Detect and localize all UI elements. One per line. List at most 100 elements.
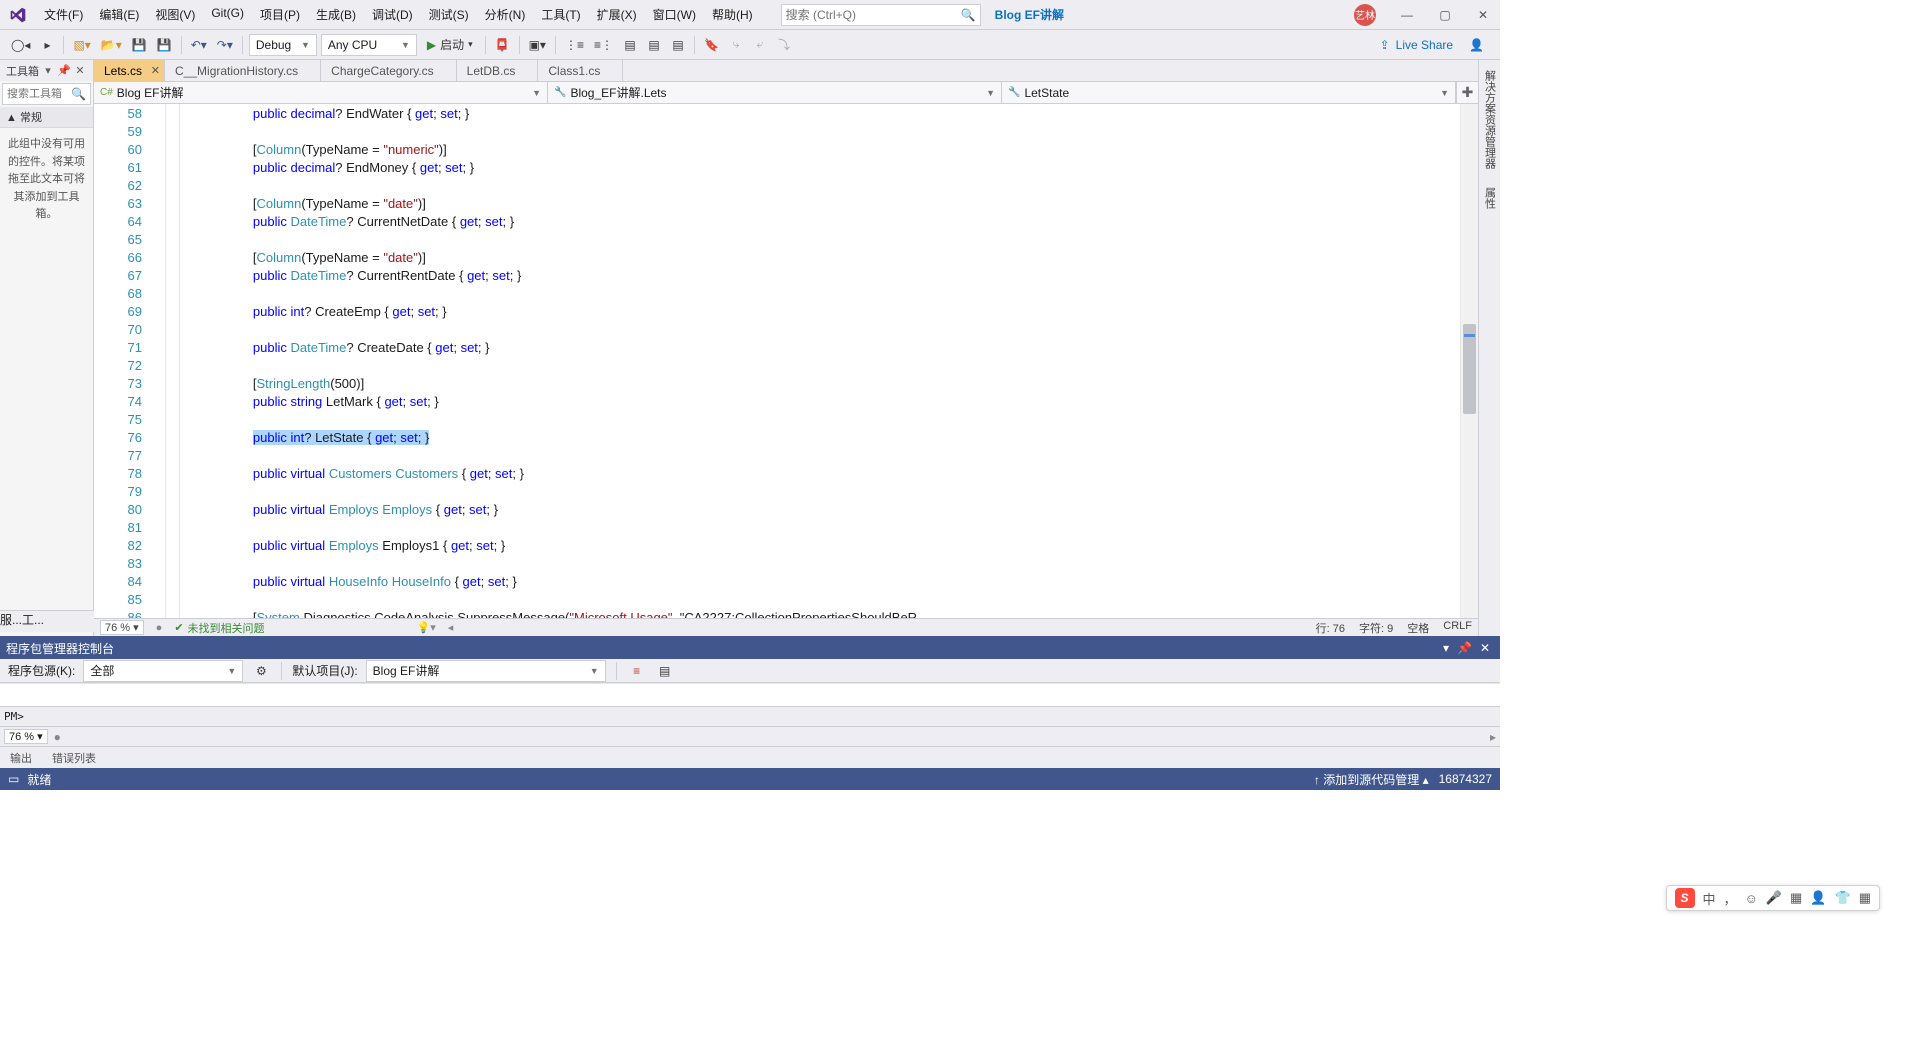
fold-margin[interactable]	[152, 104, 166, 618]
tb-step2-icon[interactable]: ⤶	[750, 34, 770, 56]
maximize-button[interactable]: ▢	[1428, 3, 1462, 27]
start-debug-button[interactable]: ▶启动▾	[421, 34, 479, 56]
quick-search[interactable]: 🔍	[781, 4, 981, 26]
menu-item[interactable]: 编辑(E)	[91, 2, 147, 27]
pmc-zoom[interactable]: 76 % ▾	[4, 729, 48, 744]
menu-item[interactable]: 调试(D)	[364, 2, 421, 27]
ime-item[interactable]: ，	[1724, 889, 1737, 908]
hscroll-left[interactable]: ◂	[448, 621, 454, 634]
user-avatar[interactable]: 艺林	[1354, 4, 1376, 26]
output-tab[interactable]: 错误列表	[42, 747, 106, 768]
minimize-button[interactable]: —	[1390, 3, 1424, 27]
nav-project-combo[interactable]: C#Blog EF讲解▼	[94, 82, 548, 103]
menu-item[interactable]: 分析(N)	[477, 2, 534, 27]
nav-member-combo[interactable]: 🔧LetState▼	[1002, 82, 1456, 103]
split-editor-button[interactable]: ✚	[1456, 82, 1478, 103]
zoom-combo[interactable]: 76 % ▾	[100, 620, 144, 635]
menu-item[interactable]: 项目(P)	[252, 2, 308, 27]
pmc-list-icon[interactable]: ≡	[627, 660, 647, 682]
left-collapsed-tab[interactable]: 工...	[22, 611, 44, 632]
ime-toolbar[interactable]: S 中，☺🎤▦👤👕▦	[1666, 885, 1880, 911]
open-icon[interactable]: 📂▾	[98, 34, 125, 56]
menu-item[interactable]: 扩展(X)	[589, 2, 645, 27]
tb-icon-1[interactable]: 📮	[492, 34, 513, 56]
solution-explorer-tab[interactable]: 解决方案资源管理器	[1480, 62, 1500, 177]
quick-search-input[interactable]	[786, 8, 961, 22]
toolbox-search[interactable]: 🔍	[2, 83, 91, 105]
tb-uncomment-icon[interactable]: ▤	[644, 34, 664, 56]
hscroll-right[interactable]: ▸	[1490, 730, 1496, 744]
tb-indent-icon[interactable]: ⋮≡	[562, 34, 587, 56]
menu-item[interactable]: 帮助(H)	[704, 2, 761, 27]
title-right: 艺林 — ▢ ✕	[1354, 3, 1500, 27]
issues-indicator[interactable]: ✔未找到相关问题	[174, 620, 264, 636]
status-char: 字符: 9	[1359, 620, 1393, 636]
menu-item[interactable]: 视图(V)	[147, 2, 203, 27]
properties-tab[interactable]: 属性	[1480, 179, 1500, 217]
code-content[interactable]: public decimal? EndWater { get; set; } […	[180, 104, 1460, 618]
tb-comment-icon[interactable]: ▤	[620, 34, 640, 56]
scrollbar-thumb[interactable]	[1463, 324, 1476, 414]
document-tab[interactable]: Lets.cs✕	[94, 60, 165, 81]
nav-class-combo[interactable]: 🔧Blog_EF讲解.Lets▼	[548, 82, 1002, 103]
feedback-icon[interactable]: 👤	[1469, 38, 1484, 52]
pmc-clear-icon[interactable]: ▤	[655, 660, 675, 682]
platform-combo[interactable]: Any CPU▼	[321, 34, 417, 56]
ime-item[interactable]: 👤	[1810, 890, 1826, 906]
close-icon[interactable]: ✕	[1480, 641, 1490, 655]
save-all-icon[interactable]: 💾	[154, 34, 175, 56]
close-icon[interactable]: ✕	[73, 64, 87, 77]
tb-outdent-icon[interactable]: ≡⋮	[591, 34, 616, 56]
toolbox-search-input[interactable]	[7, 88, 71, 100]
ime-item[interactable]: 中	[1703, 889, 1716, 908]
nav-fwd-icon[interactable]: ▸	[37, 34, 57, 56]
autohide-icon[interactable]: ▾	[1443, 641, 1449, 655]
ime-item[interactable]: 🎤	[1766, 890, 1782, 906]
vertical-scrollbar[interactable]	[1460, 104, 1478, 618]
nav-back-icon[interactable]: ◯◂	[8, 34, 33, 56]
code-editor[interactable]: 5859606162636465666768697071727374757677…	[94, 104, 1478, 618]
lightbulb-icon[interactable]: 💡▾	[417, 621, 436, 634]
autohide-icon[interactable]: ▾	[41, 64, 55, 77]
document-tab[interactable]: LetDB.cs	[457, 60, 539, 81]
pin-icon[interactable]: 📌	[57, 64, 71, 77]
document-tab[interactable]: Class1.cs	[538, 60, 623, 81]
document-tab[interactable]: C__MigrationHistory.cs	[165, 60, 321, 81]
status-bar: ▭ 就绪 ↑ 添加到源代码管理 ▴ 16874327	[0, 768, 1500, 790]
ime-item[interactable]: 👕	[1835, 890, 1851, 906]
close-window-button[interactable]: ✕	[1466, 3, 1500, 27]
solution-name: Blog EF讲解	[981, 6, 1078, 23]
document-tabs: Lets.cs✕C__MigrationHistory.csChargeCate…	[94, 60, 1478, 82]
tb-misc-icon[interactable]: ▤	[668, 34, 688, 56]
tb-step3-icon[interactable]: ⤵	[774, 34, 794, 56]
left-collapsed-tab[interactable]: 服...	[0, 611, 22, 632]
ime-item[interactable]: ▦	[1790, 890, 1802, 906]
menu-item[interactable]: 窗口(W)	[645, 2, 704, 27]
pmc-source-combo[interactable]: 全部▼	[83, 660, 243, 682]
ime-item[interactable]: ▦	[1859, 890, 1871, 906]
tb-icon-2[interactable]: ▣▾	[526, 34, 549, 56]
live-share-button[interactable]: ⇪Live Share👤	[1380, 38, 1492, 52]
tb-bookmark-icon[interactable]: 🔖	[701, 34, 722, 56]
ime-item[interactable]: ☺	[1745, 891, 1758, 906]
undo-icon[interactable]: ↶▾	[188, 34, 210, 56]
save-icon[interactable]: 💾	[129, 34, 150, 56]
menu-item[interactable]: 测试(S)	[421, 2, 477, 27]
config-combo[interactable]: Debug▼	[249, 34, 317, 56]
document-tab[interactable]: ChargeCategory.cs	[321, 60, 457, 81]
new-project-icon[interactable]: ▧▾	[70, 34, 93, 56]
gear-icon[interactable]: ⚙	[251, 660, 271, 682]
output-tab[interactable]: 输出	[0, 747, 42, 768]
pmc-output[interactable]	[0, 683, 1500, 706]
source-control-button[interactable]: ↑ 添加到源代码管理 ▴	[1314, 771, 1429, 788]
close-tab-icon[interactable]: ✕	[151, 64, 160, 77]
menu-item[interactable]: 生成(B)	[308, 2, 364, 27]
menu-item[interactable]: 文件(F)	[36, 2, 91, 27]
redo-icon[interactable]: ↷▾	[214, 34, 236, 56]
pin-icon[interactable]: 📌	[1457, 641, 1472, 655]
pmc-project-combo[interactable]: Blog EF讲解▼	[366, 660, 606, 682]
tb-step1-icon[interactable]: ⤷	[726, 34, 746, 56]
toolbox-category[interactable]: ▲ 常规	[0, 107, 93, 128]
menu-item[interactable]: Git(G)	[203, 2, 252, 27]
menu-item[interactable]: 工具(T)	[533, 2, 588, 27]
